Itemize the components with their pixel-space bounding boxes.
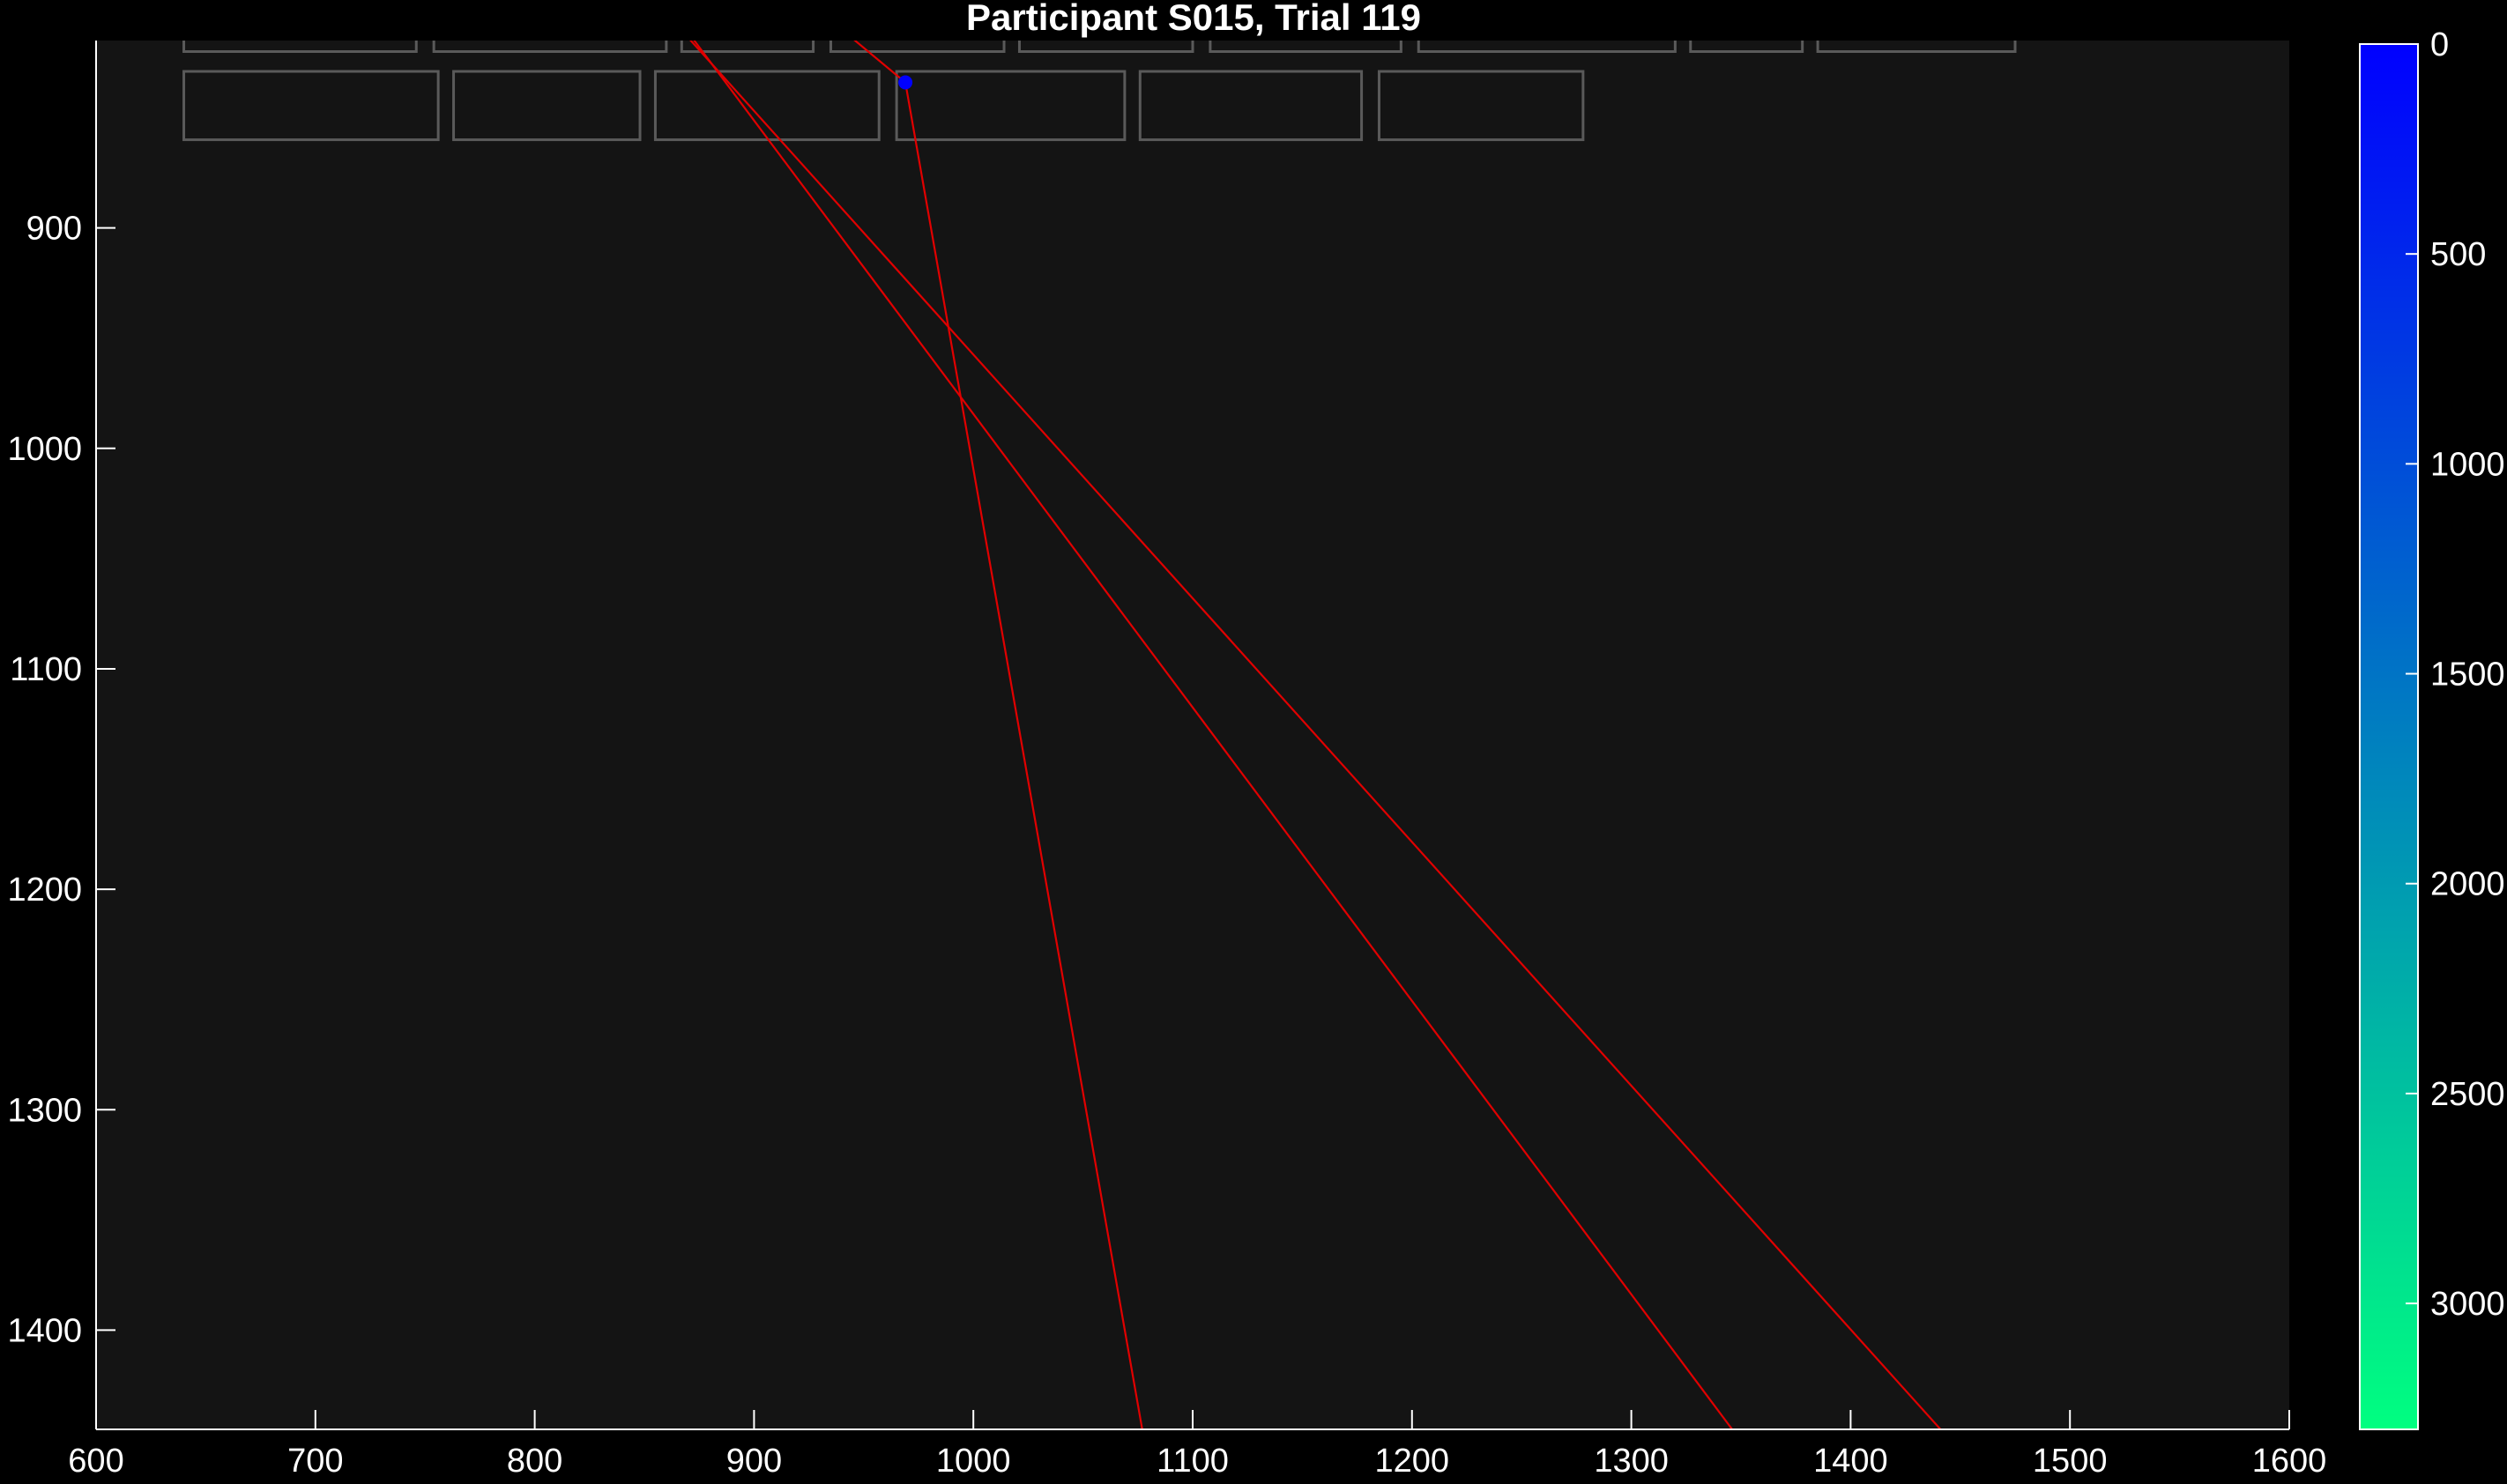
colorbar — [2359, 43, 2419, 1430]
colorbar-tick-label-500: 500 — [2430, 236, 2486, 273]
colorbar-tick-label-2500: 2500 — [2430, 1076, 2505, 1113]
chart-title: Participant S015, Trial 119 — [966, 0, 1421, 38]
y-tick-label-1200: 1200 — [7, 872, 82, 909]
y-tick-label-1300: 1300 — [7, 1092, 82, 1129]
x-tick-label-1600: 1600 — [2252, 1443, 2327, 1480]
colorbar-tick-label-1000: 1000 — [2430, 446, 2505, 483]
x-tick-label-1400: 1400 — [1813, 1443, 1888, 1480]
colorbar-tick-label-0: 0 — [2430, 26, 2449, 63]
colorbar-tick-label-3000: 3000 — [2430, 1286, 2505, 1323]
x-tick-label-1200: 1200 — [1375, 1443, 1450, 1480]
colorbar-tick-label-2000: 2000 — [2430, 866, 2505, 903]
y-tick-label-1100: 1100 — [10, 651, 82, 688]
x-tick-label-1100: 1100 — [1157, 1443, 1229, 1480]
fixation-point-0 — [898, 75, 913, 90]
x-tick-label-1300: 1300 — [1594, 1443, 1669, 1480]
x-tick-label-600: 600 — [68, 1443, 123, 1480]
x-tick-label-900: 900 — [726, 1443, 782, 1480]
fixation-chart: 600 700 800 900 1000 1100 1200 1300 1400 1500 1600… — [7, 0, 2505, 1480]
axes-background — [96, 41, 2289, 1429]
x-tick-label-700: 700 — [287, 1443, 343, 1480]
x-tick-label-1000: 1000 — [936, 1443, 1011, 1480]
colorbar-tick-label-1500: 1500 — [2430, 657, 2505, 694]
x-tick-label-800: 800 — [507, 1443, 562, 1480]
y-tick-label-900: 900 — [26, 211, 82, 248]
x-tick-label-1500: 1500 — [2033, 1443, 2108, 1480]
y-tick-label-1000: 1000 — [7, 431, 82, 468]
y-tick-label-1400: 1400 — [7, 1312, 82, 1349]
fixation-layer — [898, 75, 913, 90]
colorbar-ticks: 0 500 1000 1500 2000 2500 3000 — [2406, 26, 2505, 1323]
